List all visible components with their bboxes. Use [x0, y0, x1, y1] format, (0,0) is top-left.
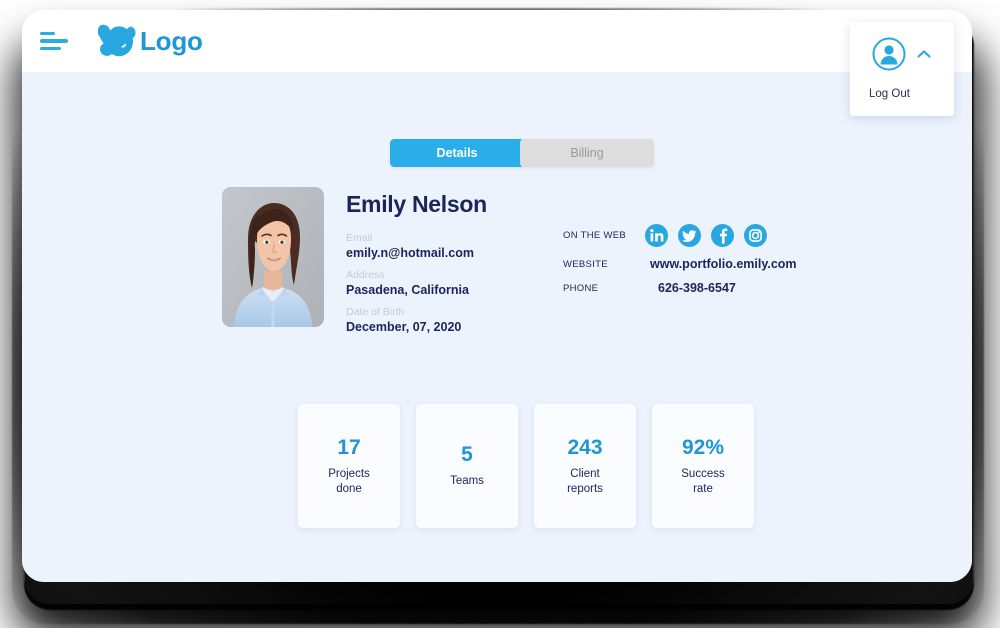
logout-menu-item[interactable]: Log Out: [850, 76, 954, 116]
stat-label: Teams: [450, 475, 484, 488]
profile-section: Emily Nelson Email emily.n@hotmail.com A…: [222, 187, 487, 343]
hamburger-line-bottom: [40, 46, 61, 51]
row-on-the-web: ON THE WEB: [563, 224, 797, 247]
website-value[interactable]: www.portfolio.emily.com: [650, 257, 797, 271]
x-swoosh-logo-icon: [98, 24, 136, 57]
page-body: Details Billing Emily Nelson Email emily…: [22, 72, 972, 582]
tab-details[interactable]: Details: [390, 139, 524, 167]
facebook-icon[interactable]: [711, 224, 734, 247]
chevron-up-icon[interactable]: [916, 48, 932, 60]
tab-billing[interactable]: Billing: [520, 139, 654, 167]
website-label: WEBSITE: [563, 258, 608, 270]
stat-value: 243: [567, 436, 603, 460]
hamburger-line-middle: [40, 39, 68, 43]
stat-label: Projects done: [328, 468, 370, 495]
on-the-web-label: ON THE WEB: [563, 230, 626, 241]
social-links: [645, 224, 767, 247]
field-dob-label: Date of Birth: [346, 306, 405, 318]
phone-value: 626-398-6547: [658, 281, 736, 295]
profile-name: Emily Nelson: [346, 191, 487, 217]
stat-cards: 17 Projects done 5 Teams 243 Client repo…: [298, 404, 754, 528]
stat-card-client-reports[interactable]: 243 Client reports: [534, 404, 636, 528]
profile-photo-illustration: [222, 187, 324, 327]
stat-value: 5: [461, 443, 473, 467]
brand-logo-text: Logo: [140, 25, 203, 56]
field-address-value: Pasadena, California: [346, 283, 469, 297]
brand-logo[interactable]: Logo: [92, 21, 203, 61]
field-email-value: emily.n@hotmail.com: [346, 246, 474, 260]
stat-card-success-rate[interactable]: 92% Success rate: [652, 404, 754, 528]
field-address-label: Address: [346, 269, 385, 281]
row-phone: PHONE 626-398-6547: [563, 281, 797, 295]
stat-value: 92%: [681, 436, 725, 460]
app-header: Logo: [22, 10, 972, 72]
app-window-frame: Logo Log Out Details Billing Emily Nelso…: [22, 10, 972, 582]
stat-value: 17: [337, 436, 361, 460]
phone-label: PHONE: [563, 282, 599, 294]
field-dob-value: December, 07, 2020: [346, 320, 462, 334]
user-menu-dropdown: Log Out: [850, 22, 954, 116]
web-contact-section: ON THE WEB WEBSITE www.portfolio.emily.c…: [563, 224, 797, 305]
stat-card-projects-done[interactable]: 17 Projects done: [298, 404, 400, 528]
row-website: WEBSITE www.portfolio.emily.com: [563, 257, 797, 271]
profile-info: Emily Nelson Email emily.n@hotmail.com A…: [346, 187, 487, 343]
screenshot-stage: Logo Log Out Details Billing Emily Nelso…: [0, 0, 1000, 628]
user-avatar-icon: [872, 37, 906, 71]
hamburger-icon[interactable]: [40, 30, 70, 52]
field-email: Email emily.n@hotmail.com: [346, 232, 487, 260]
twitter-icon[interactable]: [678, 224, 701, 247]
field-email-label: Email: [346, 232, 373, 244]
profile-photo: [222, 187, 324, 327]
stat-label: Client reports: [567, 468, 603, 495]
instagram-icon[interactable]: [744, 224, 767, 247]
field-dob: Date of Birth December, 07, 2020: [346, 306, 487, 334]
linkedin-icon[interactable]: [645, 224, 668, 247]
field-address: Address Pasadena, California: [346, 269, 487, 297]
hamburger-line-top: [40, 31, 55, 36]
stat-card-teams[interactable]: 5 Teams: [416, 404, 518, 528]
profile-tabs: Details Billing: [390, 139, 654, 167]
stat-label: Success rate: [681, 468, 725, 495]
user-menu-toggle[interactable]: [850, 32, 954, 76]
